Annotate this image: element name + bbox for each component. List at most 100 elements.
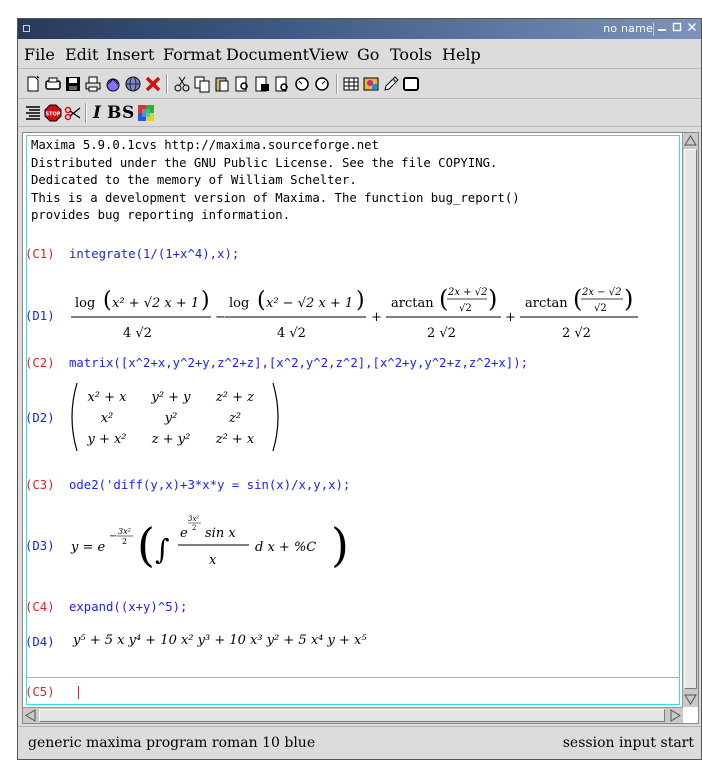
- svg-text:+: +: [505, 310, 516, 325]
- scissors-icon[interactable]: [64, 104, 82, 122]
- d1-t3-den-in: √2: [459, 303, 472, 314]
- svg-text:): ): [356, 288, 365, 313]
- app-window: no name File Edit Insert Format Document…: [17, 18, 702, 760]
- stop-sign-icon[interactable]: STOP: [44, 104, 62, 122]
- d1-t4-num: 2x − √2: [581, 287, 621, 298]
- menu-tools[interactable]: Tools: [390, 45, 432, 64]
- home-icon[interactable]: [104, 75, 122, 93]
- input-text-c4[interactable]: expand((x+y)^5);: [69, 600, 187, 614]
- d1-t1-inner: x² + √2 x + 1: [112, 296, 199, 311]
- menu-view[interactable]: View: [309, 45, 349, 64]
- table-icon[interactable]: [342, 75, 360, 93]
- menu-edit[interactable]: Edit: [65, 45, 98, 64]
- italic-button[interactable]: I: [93, 103, 101, 123]
- globe-icon[interactable]: [124, 75, 142, 93]
- text-caret: [78, 686, 79, 699]
- d3-lhs: y = e: [70, 540, 106, 555]
- paragraph-align-icon[interactable]: [24, 104, 42, 122]
- d3-int-num-base: e: [180, 526, 188, 541]
- matrix-cell: z²: [228, 411, 241, 426]
- svg-text:(: (: [573, 285, 582, 313]
- menu-insert[interactable]: Insert: [106, 45, 154, 64]
- d3-int-exp-num: 3x²: [188, 515, 199, 523]
- banner-line: provides bug reporting information.: [31, 208, 291, 223]
- menu-help[interactable]: Help: [442, 45, 481, 64]
- menu-format[interactable]: Format: [163, 45, 222, 64]
- minimize-icon: [658, 29, 666, 31]
- d2-matrix: x² + x y² + y z² + z x² y² z² y + x² z +…: [71, 382, 279, 452]
- menu-go[interactable]: Go: [357, 45, 379, 64]
- input-label-c2: (C2): [25, 356, 55, 370]
- d1-t3-den: 2 √2: [427, 326, 456, 341]
- input-text-c3[interactable]: ode2('diff(y,x)+3*x*y = sin(x)/x,y,x);: [69, 478, 350, 492]
- menu-document[interactable]: Document: [226, 45, 309, 64]
- pencil-icon[interactable]: [382, 75, 400, 93]
- input-label-c5: (C5): [25, 685, 55, 699]
- d1-t1-den: 4 √2: [123, 326, 152, 341]
- bold-button[interactable]: B: [107, 103, 121, 123]
- window-title: no name: [603, 22, 653, 35]
- d1-t2-inner: x² − √2 x + 1: [266, 296, 353, 311]
- input-text-c2[interactable]: matrix([x^2+x,y^2+y,z^2+z],[x^2,y^2,z^2]…: [69, 356, 528, 370]
- undo-icon[interactable]: [293, 75, 311, 93]
- menu-file[interactable]: File: [24, 45, 55, 64]
- status-left: generic maxima program roman 10 blue: [28, 735, 316, 751]
- redo-icon[interactable]: [313, 75, 331, 93]
- stop-x-icon[interactable]: [144, 75, 162, 93]
- svg-text:STOP: STOP: [46, 112, 61, 118]
- banner-line: Distributed under the GNU Public License…: [31, 155, 498, 170]
- matrix-cell: y + x²: [86, 432, 126, 447]
- find-icon[interactable]: [233, 75, 251, 93]
- svg-text:(: (: [257, 288, 266, 313]
- horizontal-scroll-thumb[interactable]: [39, 709, 665, 722]
- print-icon[interactable]: [84, 75, 102, 93]
- toolbar-separator: [336, 74, 338, 94]
- output-d1: log ( x² + √2 x + 1 ) 4 √2 − log ( x² − …: [67, 281, 667, 345]
- session-document[interactable]: Maxima 5.9.0.1cvs http://maxima.sourcefo…: [23, 133, 683, 707]
- minimize-button[interactable]: [655, 21, 669, 36]
- strike-button[interactable]: S: [122, 103, 134, 123]
- matrix-cell: z² + z: [215, 390, 254, 405]
- main-toolbar: [18, 69, 701, 99]
- output-d4: y⁵ + 5 x y⁴ + 10 x² y³ + 10 x³ y² + 5 x⁴…: [73, 633, 367, 648]
- matrix-cell: y²: [164, 411, 178, 426]
- banner-text: Maxima 5.9.0.1cvs http://maxima.sourcefo…: [31, 137, 520, 225]
- format-toolbar: STOP I B S: [18, 99, 701, 127]
- toolbar-separator: [166, 74, 168, 94]
- maximize-icon: [672, 22, 682, 32]
- scroll-right-icon[interactable]: [669, 709, 682, 722]
- image-icon[interactable]: [362, 75, 380, 93]
- find-next-icon[interactable]: [273, 75, 291, 93]
- new-file-icon[interactable]: [24, 75, 42, 93]
- vertical-scrollbar[interactable]: [682, 133, 698, 707]
- copy-icon[interactable]: [193, 75, 211, 93]
- paste-icon[interactable]: [213, 75, 231, 93]
- output-d3: y = e − 3x² 2 ( ∫ e 3x² 2 sin x x d x + …: [67, 501, 387, 577]
- frame-icon[interactable]: [402, 75, 420, 93]
- d3-int-exp-den: 2: [192, 524, 196, 532]
- scroll-left-icon[interactable]: [24, 709, 37, 722]
- scroll-up-icon[interactable]: [684, 134, 697, 147]
- replace-icon[interactable]: [253, 75, 271, 93]
- svg-text:): ): [488, 285, 497, 313]
- title-bar[interactable]: no name: [18, 19, 701, 39]
- svg-text:(: (: [439, 285, 448, 313]
- close-button[interactable]: [685, 21, 699, 36]
- d1-t3-num: 2x + √2: [447, 287, 487, 298]
- maximize-button[interactable]: [670, 21, 684, 36]
- cut-icon[interactable]: [173, 75, 191, 93]
- svg-text:−: −: [215, 310, 226, 325]
- vertical-scroll-thumb[interactable]: [684, 149, 697, 689]
- scroll-down-icon[interactable]: [684, 693, 697, 706]
- banner-line: This is a development version of Maxima.…: [31, 190, 520, 205]
- horizontal-scrollbar[interactable]: [23, 707, 683, 723]
- window-menu-icon[interactable]: [23, 25, 30, 32]
- print-preview-icon[interactable]: [44, 75, 62, 93]
- save-icon[interactable]: [64, 75, 82, 93]
- input-text-c1[interactable]: integrate(1/(1+x^4),x);: [69, 247, 239, 261]
- color-palette-icon[interactable]: [137, 104, 155, 122]
- prompt-divider: [26, 677, 680, 678]
- svg-text:(: (: [137, 518, 155, 572]
- output-label-d2: (D2): [25, 411, 55, 425]
- matrix-cell: z² + x: [215, 432, 255, 447]
